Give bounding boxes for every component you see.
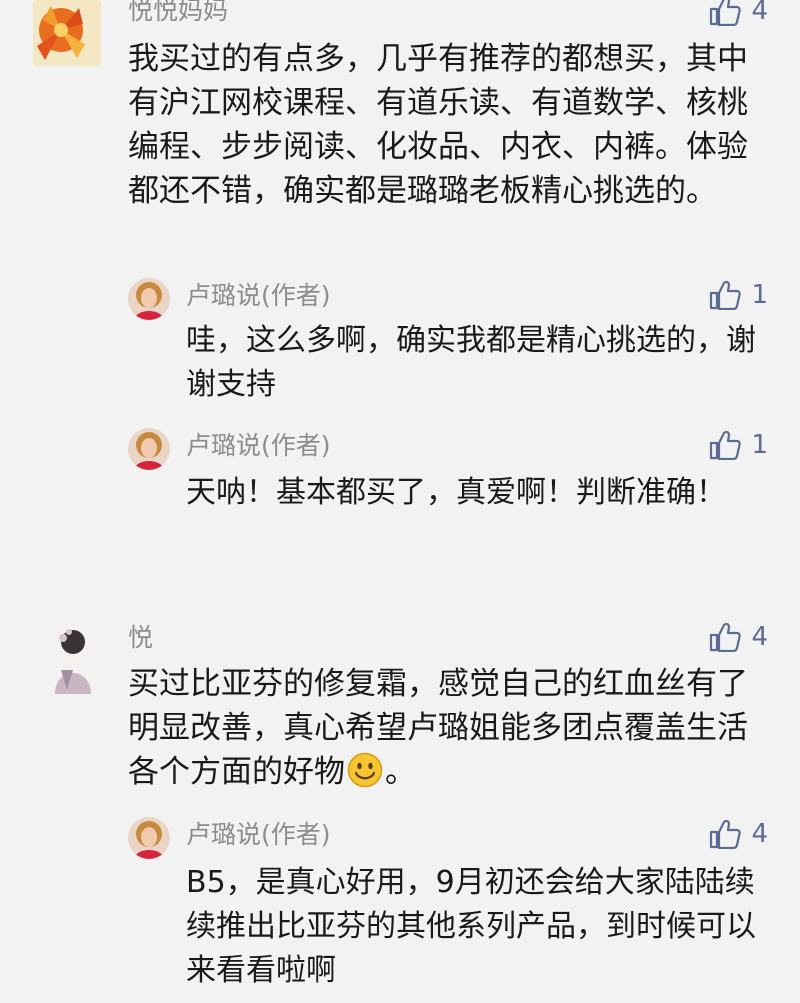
like-count: 1 — [751, 280, 768, 310]
like-count: 1 — [751, 430, 768, 460]
author-avatar[interactable] — [128, 278, 170, 320]
thumbs-up-icon — [710, 430, 742, 460]
reply-author-name[interactable]: 卢璐说(作者) — [186, 820, 331, 850]
like-button[interactable]: 4 — [709, 0, 768, 26]
smiley-emoji — [347, 752, 383, 788]
reply-author-name[interactable]: 卢璐说(作者) — [186, 281, 331, 311]
reply-author-name[interactable]: 卢璐说(作者) — [186, 431, 331, 461]
comment-text: 我买过的有点多，几乎有推荐的都想买，其中有沪江网校课程、有道乐读、有道数学、核桃… — [128, 41, 748, 209]
like-count: 4 — [751, 819, 768, 849]
like-button[interactable]: 1 — [709, 280, 768, 310]
comment-text-end: 。 — [385, 754, 416, 790]
like-button[interactable]: 4 — [709, 819, 768, 849]
author-avatar[interactable] — [128, 817, 170, 859]
reply-text: B5，是真心好用，9月初还会给大家陆陆续续推出比亚芬的其他系列产品，到时候可以来… — [186, 865, 756, 988]
comment-text: 买过比亚芬的修复霜，感觉自己的红血丝有了明显改善，真心希望卢璐姐能多团点覆盖生活… — [128, 662, 768, 794]
user-avatar-yue[interactable] — [33, 620, 101, 694]
thumbs-up-icon — [710, 0, 742, 26]
user-avatar-yueyue-mama[interactable] — [33, 0, 101, 66]
reply-text: 哇，这么多啊，确实我都是精心挑选的，谢谢支持 — [186, 323, 756, 402]
reply-text: 天呐！基本都买了，真爱啊！判断准确！ — [186, 475, 726, 510]
comment-text-part: 买过比亚芬的修复霜，感觉自己的红血丝有了明显改善，真心希望卢璐姐能多团点覆盖生活… — [128, 666, 748, 790]
thumbs-up-icon — [710, 280, 742, 310]
comment-author-name[interactable]: 悦 — [128, 623, 153, 653]
like-button[interactable]: 4 — [709, 622, 768, 652]
thumbs-up-icon — [710, 819, 742, 849]
author-avatar[interactable] — [128, 428, 170, 470]
comment-author-name[interactable]: 悦悦妈妈 — [128, 0, 228, 26]
thumbs-up-icon — [710, 622, 742, 652]
like-count: 4 — [751, 622, 768, 652]
like-count: 4 — [751, 0, 768, 26]
like-button[interactable]: 1 — [709, 430, 768, 460]
